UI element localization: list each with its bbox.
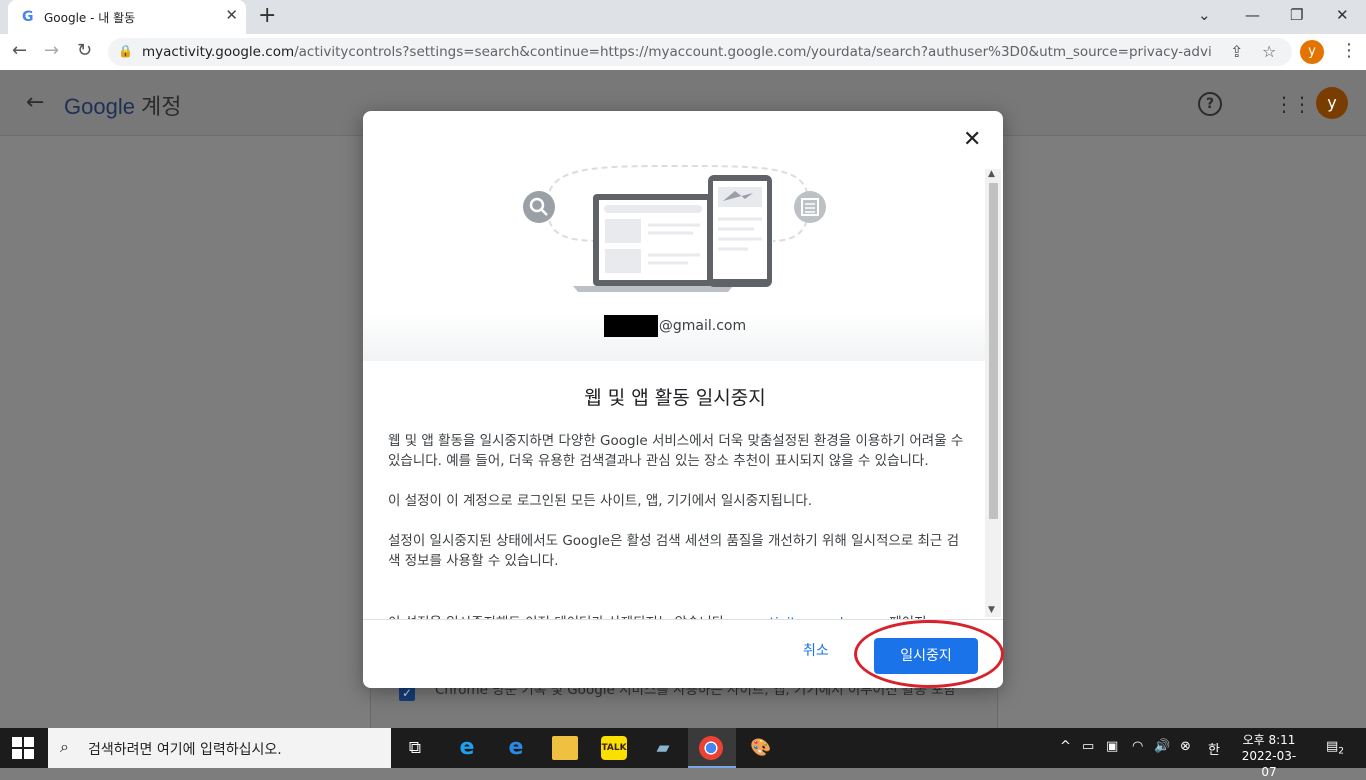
cancel-button[interactable]: 취소 <box>803 640 829 660</box>
reload-icon[interactable]: ↻ <box>77 40 92 61</box>
account-email: @gmail.com <box>363 315 987 337</box>
dialog-paragraph-1: 웹 및 앱 활동을 일시중지하면 다양한 Google 서비스에서 더욱 맞춤설… <box>388 433 964 469</box>
taskbar-search-placeholder: 검색하려면 여기에 입력하십시오. <box>88 742 282 758</box>
back-icon[interactable]: ← <box>12 40 27 61</box>
help-icon[interactable]: ? <box>1198 92 1222 116</box>
account-avatar[interactable]: y <box>1316 87 1348 119</box>
security-icon[interactable]: ▣ <box>1106 739 1118 754</box>
system-clock[interactable]: 오후 8:11 2022-03-07 <box>1236 732 1302 780</box>
dialog-title: 웹 및 앱 활동 일시중지 <box>584 387 766 409</box>
redacted-username <box>603 315 658 337</box>
dialog-body: 웹 및 앱 활동을 일시중지하면 다양한 Google 서비스에서 더욱 맞춤설… <box>388 431 966 591</box>
wifi-icon[interactable]: ◠ <box>1132 739 1143 754</box>
scroll-down-arrow-icon[interactable]: ▼ <box>988 605 995 615</box>
windows-start-icon[interactable] <box>12 737 34 759</box>
windows-taskbar: ⌕ 검색하려면 여기에 입력하십시오. ⧉ e e TALK ▰ 🎨 ^ ▭ ▣… <box>0 728 1366 779</box>
volume-icon[interactable]: 🔊 <box>1154 739 1170 754</box>
tab-strip: G Google - 내 활동 ✕ + ⌄ — ❐ ✕ <box>0 0 1366 34</box>
internet-explorer-icon[interactable]: e <box>454 736 480 760</box>
pause-activity-dialog: ✕ @gmail.com 웹 및 앱 활동 일시중지 웹 및 앱 활동을 일시중… <box>363 111 1003 688</box>
clock-date: 2022-03-07 <box>1241 749 1297 779</box>
window-close-icon[interactable]: ✕ <box>1336 6 1349 24</box>
paint-icon[interactable]: 🎨 <box>748 736 774 760</box>
new-tab-icon[interactable]: + <box>258 3 276 28</box>
notification-count: 2 <box>1338 746 1345 757</box>
share-icon[interactable]: ⇪ <box>1230 42 1243 61</box>
forward-icon[interactable]: → <box>44 40 59 61</box>
account-label: 계정 <box>140 94 182 119</box>
url-text[interactable]: myactivity.google.com/activitycontrols?s… <box>142 44 1212 60</box>
notepad-app-icon[interactable]: ▰ <box>650 736 676 760</box>
restore-icon[interactable]: ❐ <box>1290 6 1303 24</box>
dialog-paragraph-3: 설정이 일시중지된 상태에서도 Google은 활성 검색 세션의 품질을 개선… <box>388 533 960 569</box>
dialog-close-icon[interactable]: ✕ <box>963 127 981 152</box>
tab-close-icon[interactable]: ✕ <box>225 6 238 24</box>
lock-icon[interactable]: 🔒 <box>118 44 133 58</box>
task-view-icon[interactable]: ⧉ <box>402 736 428 760</box>
file-explorer-icon[interactable] <box>552 736 578 760</box>
url-host: myactivity.google.com <box>142 44 295 60</box>
google-account-logo[interactable]: Google 계정 <box>64 89 181 121</box>
tab-search-icon[interactable]: ⌄ <box>1198 6 1211 24</box>
dialog-paragraph-2: 이 설정이 이 계정으로 로그인된 모든 사이트, 앱, 기기에서 일시중지됩니… <box>388 493 813 509</box>
chrome-menu-icon[interactable]: ⋮ <box>1340 40 1358 61</box>
search-icon: ⌕ <box>60 737 69 756</box>
notification-center-icon[interactable]: ▤2 <box>1326 739 1344 757</box>
taskbar-search-box[interactable]: ⌕ 검색하려면 여기에 입력하십시오. <box>48 728 391 768</box>
browser-tab[interactable]: G Google - 내 활동 ✕ <box>8 0 246 34</box>
google-logo: Google <box>64 94 135 119</box>
google-favicon-icon: G <box>22 9 34 25</box>
url-path: /activitycontrols?settings=search&contin… <box>294 44 1212 60</box>
tab-title: Google - 내 활동 <box>44 11 136 25</box>
email-domain: @gmail.com <box>658 318 747 334</box>
tray-overflow-icon[interactable]: ^ <box>1060 739 1071 754</box>
bookmark-star-icon[interactable]: ☆ <box>1262 42 1276 61</box>
chrome-profile-avatar[interactable]: y <box>1300 40 1324 64</box>
highlight-annotation-ellipse <box>854 620 1004 688</box>
minimize-icon[interactable]: — <box>1245 6 1260 24</box>
kakaotalk-icon[interactable]: TALK <box>601 736 627 760</box>
back-arrow-icon[interactable]: ← <box>26 90 44 115</box>
devices-illustration <box>523 165 826 292</box>
network-error-icon[interactable]: ⊗ <box>1180 739 1191 754</box>
scroll-up-arrow-icon[interactable]: ▲ <box>988 169 995 179</box>
battery-icon[interactable]: ▭ <box>1082 739 1094 754</box>
clock-time: 오후 8:11 <box>1242 733 1296 747</box>
chrome-icon[interactable] <box>699 736 723 760</box>
scroll-thumb[interactable] <box>989 183 998 519</box>
ime-indicator[interactable]: 한 <box>1208 739 1220 758</box>
dialog-scrollbar[interactable]: ▲ ▼ <box>985 169 1001 617</box>
edge-icon[interactable]: e <box>503 736 529 760</box>
address-bar[interactable]: 🔒 myactivity.google.com/activitycontrols… <box>108 38 1292 66</box>
browser-toolbar: ← → ↻ 🔒 myactivity.google.com/activityco… <box>0 34 1366 70</box>
